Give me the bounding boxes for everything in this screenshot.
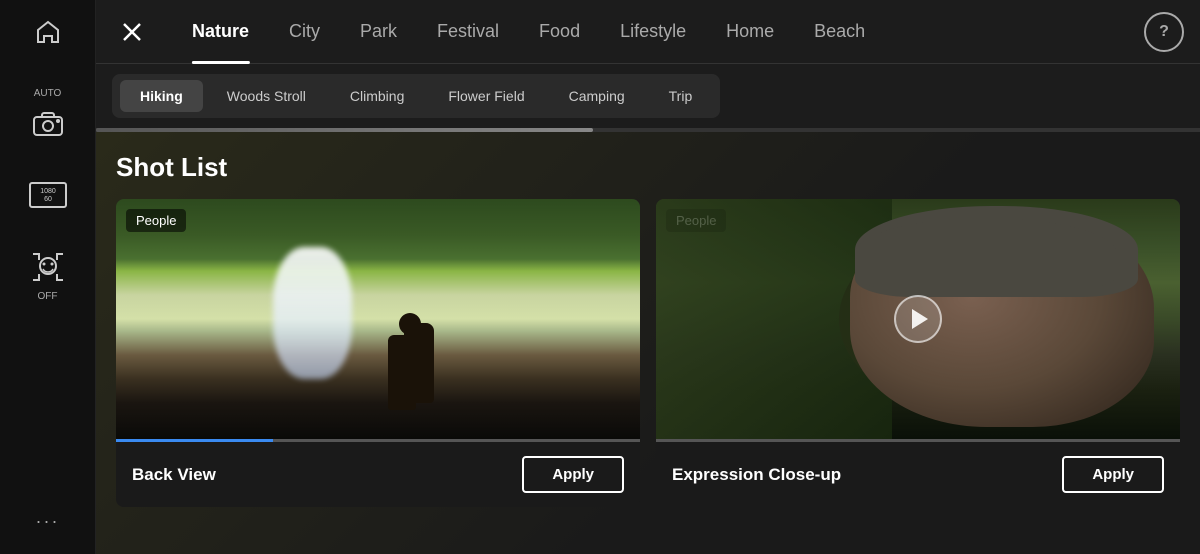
- home-button[interactable]: [28, 12, 68, 52]
- card-expression-closeup: People Expression Close-up Apply: [656, 199, 1180, 507]
- cards-grid: People Back View Apply Peopl: [116, 199, 1180, 507]
- card-badge-back-view: People: [126, 209, 186, 232]
- svg-text:60: 60: [44, 196, 52, 203]
- top-navigation: Nature City Park Festival Food Lifestyle…: [96, 0, 1200, 64]
- person-head: [399, 313, 421, 335]
- apply-button-back-view[interactable]: Apply: [522, 456, 624, 493]
- sub-tabs-container: Hiking Woods Stroll Climbing Flower Fiel…: [96, 64, 1200, 128]
- category-tabs: Nature City Park Festival Food Lifestyle…: [172, 0, 1144, 64]
- scroll-thumb: [96, 128, 593, 132]
- subtab-woods-stroll[interactable]: Woods Stroll: [207, 80, 326, 112]
- auto-label: AUTO: [34, 88, 62, 99]
- card-label-back-view: Back View: [132, 465, 216, 485]
- tab-home[interactable]: Home: [706, 0, 794, 64]
- scroll-indicator: [96, 128, 1200, 132]
- auto-camera-section: AUTO: [28, 88, 68, 143]
- tab-park[interactable]: Park: [340, 0, 417, 64]
- card-footer-back-view: Back View Apply: [116, 442, 640, 507]
- tab-city[interactable]: City: [269, 0, 340, 64]
- face-tracking-icon[interactable]: [28, 247, 68, 287]
- card-progress-fill-back-view: [116, 439, 273, 442]
- face-tracking-label: OFF: [38, 291, 58, 302]
- subtab-climbing[interactable]: Climbing: [330, 80, 424, 112]
- svg-text:1080: 1080: [40, 188, 56, 195]
- content-area: Shot List People Back View Apply: [96, 132, 1200, 554]
- close-button[interactable]: [112, 12, 152, 52]
- backpack: [404, 350, 422, 380]
- play-icon: [912, 309, 928, 329]
- tab-nature[interactable]: Nature: [172, 0, 269, 64]
- card-progress-expression: [656, 439, 1180, 442]
- tab-festival[interactable]: Festival: [417, 0, 519, 64]
- resolution-section: 1080 60: [28, 175, 68, 215]
- subtab-hiking[interactable]: Hiking: [120, 80, 203, 112]
- subtab-camping[interactable]: Camping: [549, 80, 645, 112]
- sub-tabs: Hiking Woods Stroll Climbing Flower Fiel…: [112, 74, 720, 118]
- apply-button-expression-closeup[interactable]: Apply: [1062, 456, 1164, 493]
- sidebar: AUTO 1080 60: [0, 0, 96, 554]
- card-label-expression-closeup: Expression Close-up: [672, 465, 841, 485]
- camera-icon[interactable]: [28, 103, 68, 143]
- more-options[interactable]: ···: [36, 511, 60, 532]
- card-back-view: People Back View Apply: [116, 199, 640, 507]
- card-progress-back-view: [116, 439, 640, 442]
- subtab-flower-field[interactable]: Flower Field: [428, 80, 544, 112]
- play-button[interactable]: [894, 295, 942, 343]
- main-content: Nature City Park Festival Food Lifestyle…: [96, 0, 1200, 554]
- tab-food[interactable]: Food: [519, 0, 600, 64]
- tab-beach[interactable]: Beach: [794, 0, 885, 64]
- card-image-back-view: People: [116, 199, 640, 439]
- card-footer-expression-closeup: Expression Close-up Apply: [656, 442, 1180, 507]
- resolution-icon[interactable]: 1080 60: [28, 175, 68, 215]
- hat-shape: [855, 206, 1138, 297]
- tab-lifestyle[interactable]: Lifestyle: [600, 0, 706, 64]
- subtab-trip[interactable]: Trip: [649, 80, 713, 112]
- help-button[interactable]: ?: [1144, 12, 1184, 52]
- person-silhouette: [388, 335, 416, 410]
- face-tracking-section: OFF: [28, 247, 68, 302]
- shot-list-title: Shot List: [116, 152, 1180, 183]
- card-image-expression-closeup: People: [656, 199, 1180, 439]
